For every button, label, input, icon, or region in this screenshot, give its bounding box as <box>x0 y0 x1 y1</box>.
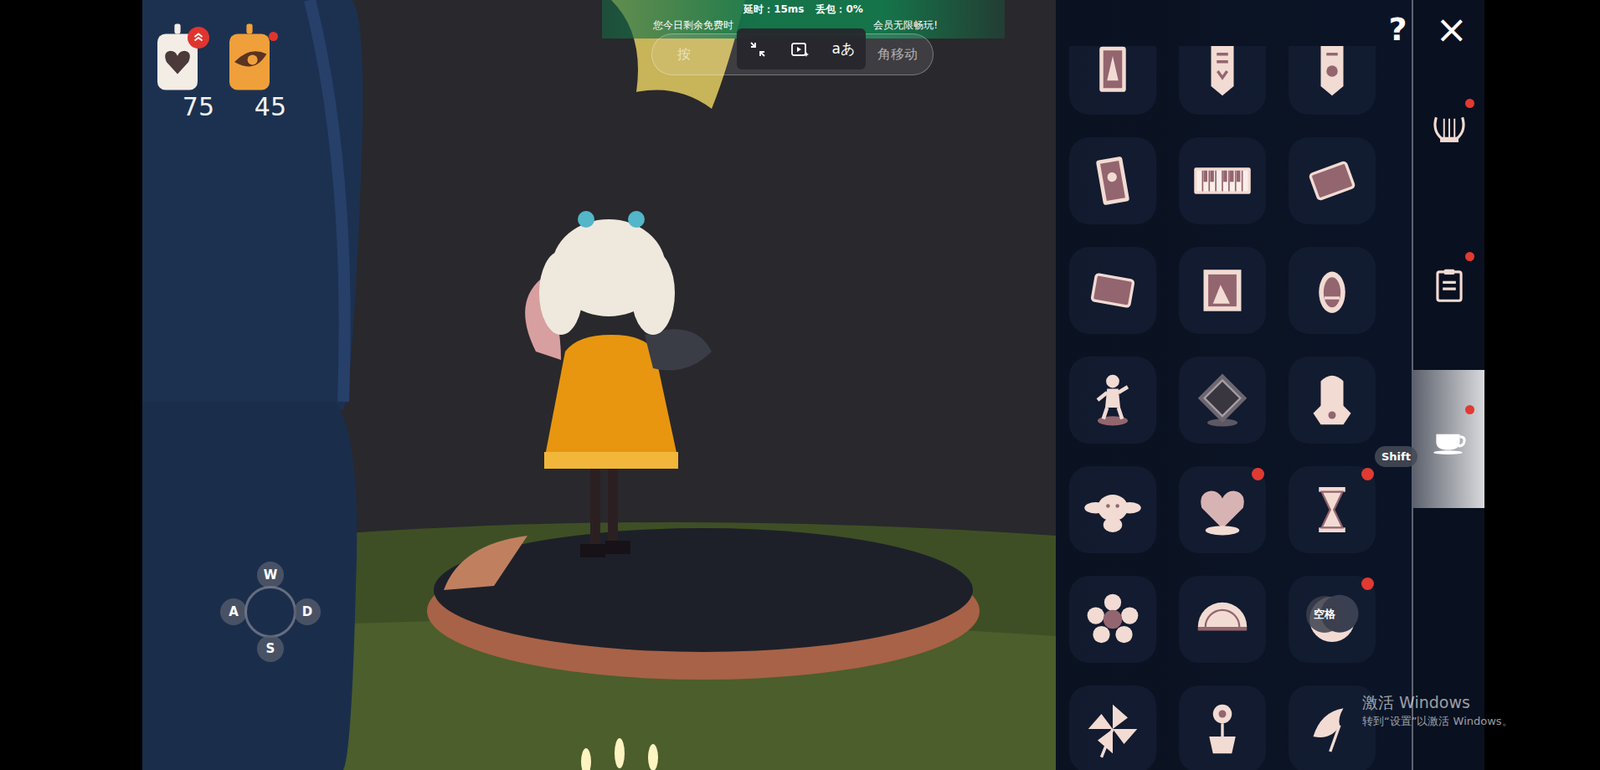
currency[interactable]: 45 <box>224 21 275 123</box>
item-slot[interactable] <box>1288 466 1376 554</box>
close-button[interactable]: × <box>1435 10 1468 49</box>
item-icon <box>1301 46 1363 102</box>
category-tab[interactable] <box>1413 370 1485 509</box>
item-icon <box>1301 150 1363 211</box>
key-s[interactable]: S <box>257 635 284 663</box>
item-slot[interactable] <box>1069 466 1157 554</box>
notification-dot <box>1361 468 1374 481</box>
cloud-toolbar: aあ <box>736 28 866 70</box>
currency[interactable]: 75 <box>152 21 203 123</box>
space-key-hint: 空格 <box>1306 596 1343 633</box>
item-slot[interactable] <box>1178 685 1266 770</box>
item-icon <box>1301 479 1363 541</box>
movement-keys: WA DS <box>215 556 326 668</box>
item-slot[interactable] <box>1069 137 1157 225</box>
category-tab[interactable] <box>1413 63 1485 202</box>
hint-right: 角移动 <box>877 46 918 64</box>
panel-header: ?× <box>1388 10 1468 49</box>
video-enhance-icon[interactable] <box>789 39 810 60</box>
item-icon <box>1192 260 1253 321</box>
item-icon <box>1082 479 1143 541</box>
item-slot[interactable] <box>1069 576 1157 664</box>
item-icon <box>1192 46 1253 102</box>
key-w[interactable]: W <box>257 561 284 589</box>
item-icon <box>1192 370 1253 431</box>
item-icon <box>1082 46 1143 102</box>
notification-dot <box>1465 405 1475 415</box>
letterbox-right <box>1484 0 1600 770</box>
item-icon <box>1082 150 1143 211</box>
windows-watermark: 激活 Windows转到“设置”以激活 Windows。 <box>1362 691 1513 731</box>
key-d[interactable]: D <box>293 598 321 626</box>
tab-icon <box>1428 112 1471 155</box>
packet-loss: 丢包：0% <box>815 2 863 16</box>
game-viewport[interactable]: 7545WADS?×Shift空格 <box>142 0 1485 770</box>
translate-button[interactable]: aあ <box>831 39 855 59</box>
game-scene[interactable]: 7545WADS <box>142 0 1056 770</box>
exit-fullscreen-icon[interactable] <box>747 39 768 60</box>
item-slot[interactable] <box>1069 356 1157 444</box>
item-slot[interactable] <box>1178 356 1266 444</box>
currency-value: 75 <box>182 92 215 123</box>
currency-hud: 7545 <box>152 21 275 123</box>
shift-key-hint: Shift <box>1374 446 1418 468</box>
watermark-title: 激活 Windows <box>1362 691 1513 714</box>
category-tab[interactable] <box>1413 216 1485 355</box>
item-icon <box>1192 699 1253 760</box>
item-slot[interactable] <box>1178 246 1266 335</box>
item-slot[interactable] <box>1178 137 1266 225</box>
item-slot[interactable] <box>1288 246 1376 335</box>
item-icon <box>1082 370 1143 431</box>
notification-dot <box>1251 468 1265 481</box>
hint-left: 按 <box>677 46 691 64</box>
item-icon <box>1301 370 1363 431</box>
notification-dot <box>1361 577 1374 591</box>
orange-candle-icon <box>224 21 275 93</box>
category-tabs <box>1411 0 1485 770</box>
joystick-ring[interactable] <box>244 586 297 638</box>
game-screen: 7545WADS?×Shift空格延时：15ms丢包：0%您今日剩余免费时会员无… <box>0 0 1600 770</box>
latency: 延时：15ms <box>743 2 804 16</box>
item-icon <box>1082 260 1143 321</box>
chevrons-icon <box>190 30 206 46</box>
letterbox-left <box>0 0 143 770</box>
item-slot[interactable] <box>1178 576 1266 664</box>
help-button[interactable]: ? <box>1388 10 1407 49</box>
item-icon <box>1082 589 1143 650</box>
item-icon <box>1192 150 1253 211</box>
item-icon <box>1301 699 1363 760</box>
item-slot[interactable] <box>1288 46 1376 115</box>
item-panel <box>1055 0 1412 770</box>
tab-icon <box>1428 418 1471 461</box>
item-slot[interactable] <box>1288 137 1376 225</box>
notice-left: 您今日剩余免费时 <box>653 18 734 32</box>
item-list[interactable] <box>1055 46 1412 770</box>
item-icon <box>1192 589 1253 650</box>
notification-dot <box>1465 252 1475 262</box>
item-slot[interactable] <box>1069 246 1157 335</box>
notification-dot <box>268 31 278 42</box>
network-stats: 延时：15ms 丢包：0% <box>601 2 1005 16</box>
item-slot[interactable] <box>1178 46 1266 115</box>
item-slot[interactable] <box>1069 685 1157 770</box>
item-icon <box>1301 260 1363 321</box>
tab-icon <box>1428 265 1471 308</box>
item-slot[interactable] <box>1288 356 1376 444</box>
item-slot[interactable] <box>1069 46 1157 115</box>
key-a[interactable]: A <box>220 598 247 626</box>
currency-value: 45 <box>254 92 287 123</box>
item-icon <box>1082 699 1143 760</box>
rank-badge <box>187 26 210 49</box>
notification-dot <box>1465 98 1475 109</box>
item-icon <box>1192 479 1253 541</box>
item-slot[interactable] <box>1178 466 1266 554</box>
watermark-subtitle: 转到“设置”以激活 Windows。 <box>1362 713 1513 731</box>
notice-right: 会员无限畅玩! <box>873 18 938 32</box>
